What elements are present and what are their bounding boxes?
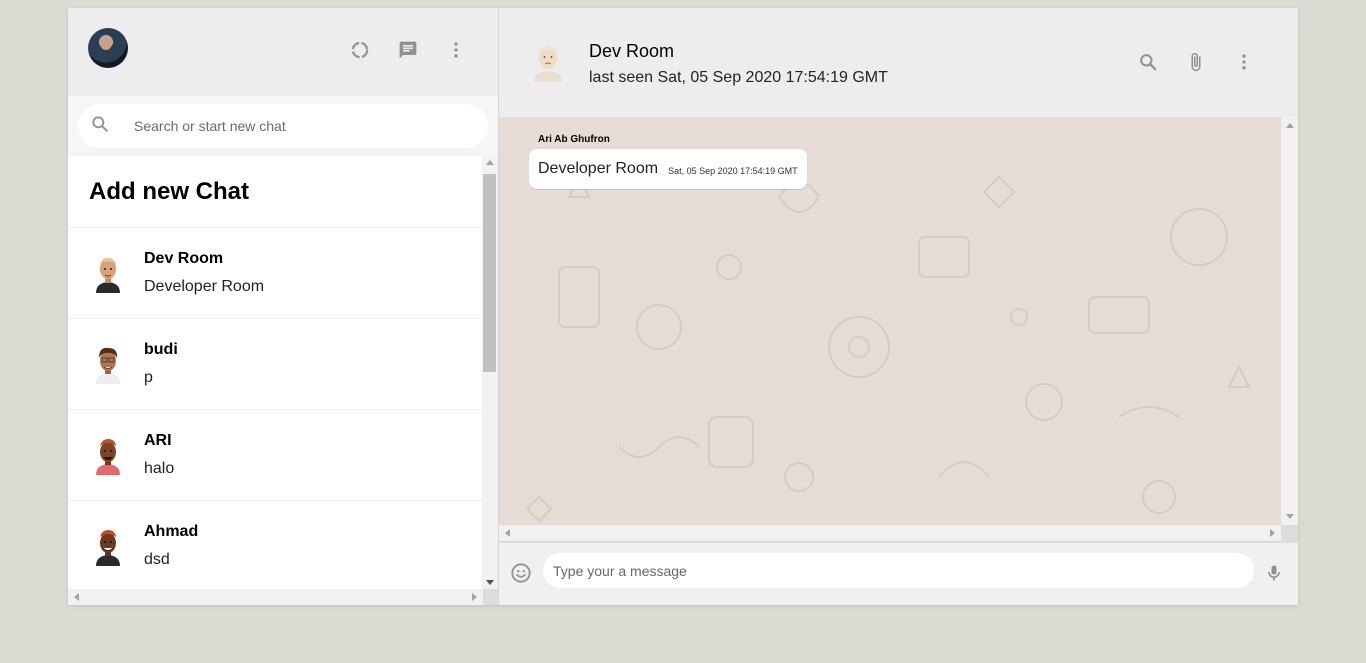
chat-info: Ahmad dsd	[144, 523, 198, 569]
message-text: Developer Room	[538, 160, 659, 177]
chat-list-horizontal-scrollbar[interactable]	[68, 589, 483, 605]
chat-name: Dev Room	[144, 250, 224, 267]
scroll-left-arrow-icon[interactable]	[505, 529, 510, 537]
search-input[interactable]	[134, 118, 464, 134]
search-box[interactable]	[78, 104, 488, 148]
sidebar: Add new Chat Dev Room Developer Room	[68, 8, 499, 605]
sidebar-header	[68, 8, 498, 96]
scroll-down-arrow-icon[interactable]	[1286, 514, 1294, 519]
chat-info: budi p	[144, 341, 178, 387]
scroll-right-arrow-icon[interactable]	[472, 593, 477, 601]
chat-app: Add new Chat Dev Room Developer Room	[68, 8, 1298, 605]
chat-list-container: Add new Chat Dev Room Developer Room bud…	[68, 156, 498, 605]
scrollbar-thumb[interactable]	[483, 174, 496, 372]
message-sender: Ari Ab Ghufron	[538, 134, 610, 145]
status-icon[interactable]	[350, 40, 370, 60]
search-icon	[90, 114, 110, 139]
emoji-icon[interactable]	[510, 562, 532, 589]
chat-item-ari[interactable]: ARI halo	[68, 410, 483, 501]
room-title: Dev Room	[589, 41, 675, 61]
chat-last-message: Developer Room	[144, 278, 265, 295]
chat-last-message: p	[144, 369, 153, 386]
message-canvas: Ari Ab Ghufron Developer Room Sat, 05 Se…	[499, 117, 1281, 525]
chat-last-message: dsd	[144, 551, 170, 568]
conversation-panel: Dev Room last seen Sat, 05 Sep 2020 17:5…	[499, 8, 1298, 605]
message-area: Ari Ab Ghufron Developer Room Sat, 05 Se…	[499, 117, 1298, 543]
chat-item-dev-room[interactable]: Dev Room Developer Room	[68, 228, 483, 319]
attach-icon[interactable]	[1186, 52, 1206, 72]
conversation-header: Dev Room last seen Sat, 05 Sep 2020 17:5…	[499, 8, 1298, 117]
chat-name: ARI	[144, 432, 172, 449]
avatar	[88, 526, 128, 566]
chat-list-vertical-scrollbar[interactable]	[482, 156, 498, 589]
chat-last-message: halo	[144, 460, 175, 477]
message-area-vertical-scrollbar[interactable]	[1281, 117, 1298, 525]
chat-item-budi[interactable]: budi p	[68, 319, 483, 410]
add-new-chat-label: Add new Chat	[89, 177, 249, 205]
message-bubble[interactable]: Developer Room Sat, 05 Sep 2020 17:54:19…	[529, 149, 807, 189]
microphone-icon[interactable]	[1264, 562, 1284, 589]
message-input[interactable]	[543, 553, 1254, 588]
add-new-chat[interactable]: Add new Chat	[68, 156, 483, 228]
search-icon[interactable]	[1138, 52, 1158, 72]
message-timestamp: Sat, 05 Sep 2020 17:54:19 GMT	[668, 166, 798, 176]
scroll-right-arrow-icon[interactable]	[1270, 529, 1275, 537]
scrollbar-corner	[483, 589, 498, 605]
scroll-up-arrow-icon[interactable]	[486, 160, 494, 165]
user-avatar[interactable]	[88, 28, 128, 68]
avatar	[88, 435, 128, 475]
menu-icon[interactable]	[446, 40, 466, 60]
chat-list: Add new Chat Dev Room Developer Room bud…	[68, 156, 483, 589]
chat-info: Dev Room Developer Room	[144, 250, 264, 296]
avatar	[88, 253, 128, 293]
new-chat-icon[interactable]	[398, 40, 418, 60]
room-avatar[interactable]	[530, 40, 566, 82]
chat-item-ahmad[interactable]: Ahmad dsd	[68, 501, 483, 589]
chat-name: budi	[144, 341, 178, 358]
menu-icon[interactable]	[1234, 52, 1254, 72]
message-composer	[499, 543, 1298, 605]
avatar	[88, 344, 128, 384]
room-status: last seen Sat, 05 Sep 2020 17:54:19 GMT	[589, 69, 888, 86]
conversation-header-icons	[1138, 52, 1254, 72]
message-area-horizontal-scrollbar[interactable]	[499, 525, 1281, 542]
chat-info: ARI halo	[144, 432, 174, 478]
search-bar	[68, 96, 498, 156]
scroll-up-arrow-icon[interactable]	[1286, 123, 1294, 128]
sidebar-header-icons	[350, 40, 466, 60]
scroll-left-arrow-icon[interactable]	[74, 593, 79, 601]
scrollbar-corner	[1281, 525, 1298, 542]
chat-name: Ahmad	[144, 523, 199, 540]
scroll-down-arrow-icon[interactable]	[486, 580, 494, 585]
